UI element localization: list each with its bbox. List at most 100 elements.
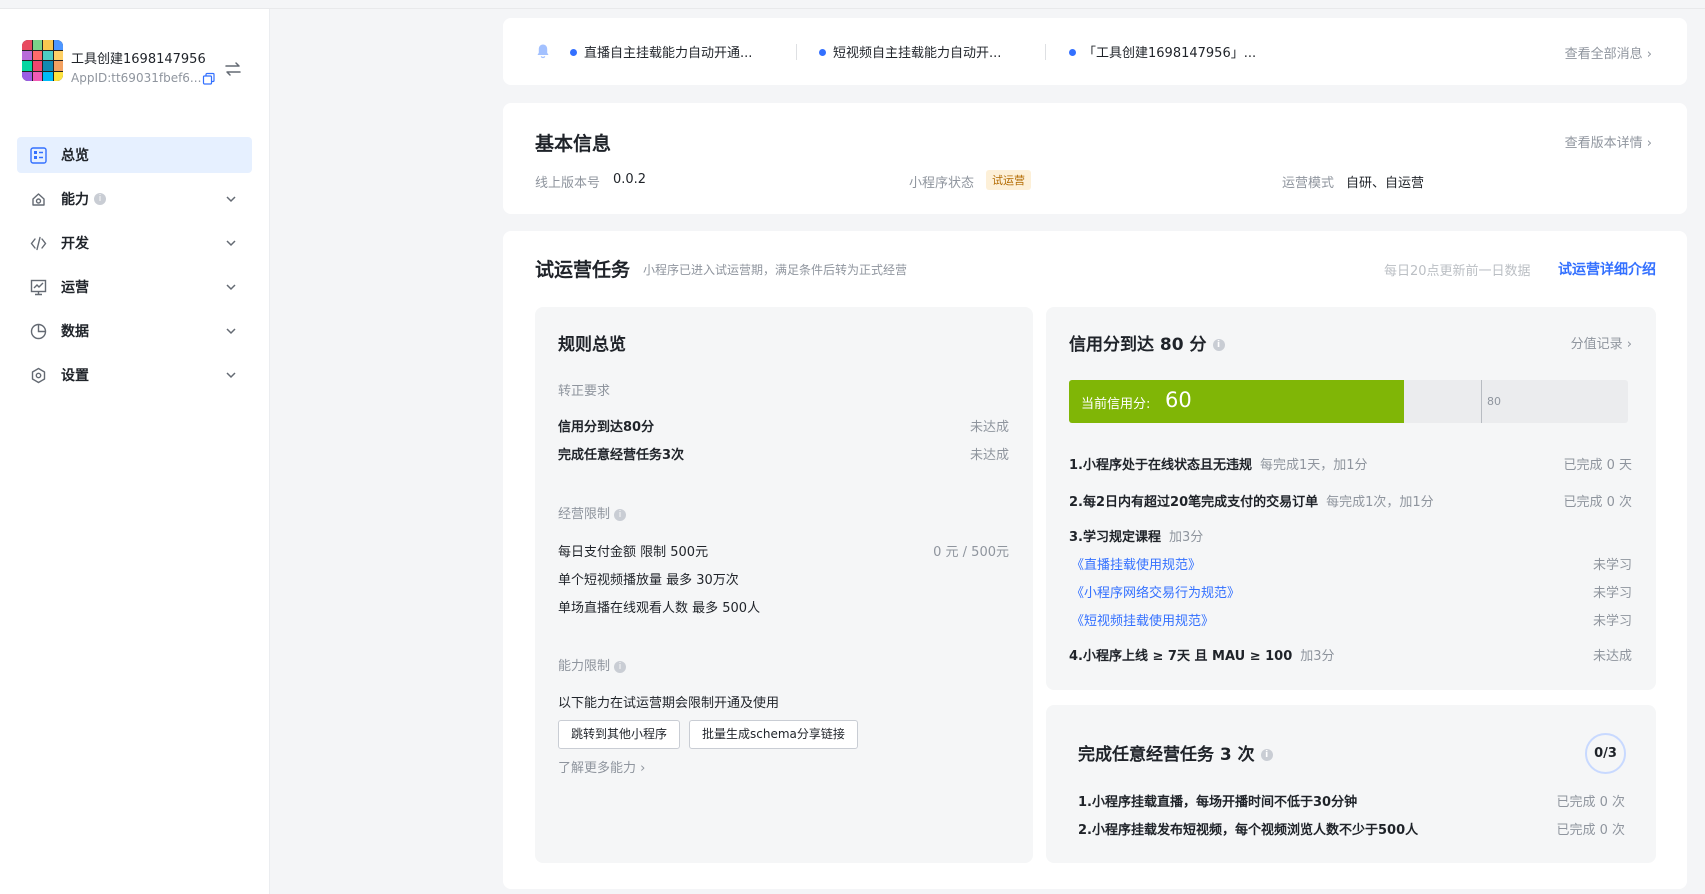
sidebar-item-label: 总览	[61, 148, 89, 164]
divider	[1045, 44, 1046, 60]
limits-label: 经营限制	[558, 507, 611, 522]
chevron-down-icon	[226, 328, 236, 335]
bell-icon	[537, 44, 549, 59]
trial-title: 试运营任务	[535, 259, 631, 281]
notice-card: 直播自主挂载能力自动开通... 短视频自主挂载能力自动开... 「工具创建169…	[503, 18, 1687, 85]
sidebar: 工具创建1698147956 AppID:tt69031fbef6... 总览 …	[0, 9, 270, 894]
capability-label: 能力限制	[558, 659, 611, 674]
pie-chart-icon	[29, 322, 47, 340]
capability-desc: 以下能力在试运营期会限制开通及使用	[558, 696, 780, 711]
copy-icon[interactable]	[202, 72, 216, 86]
sidebar-item-data[interactable]: 数据	[17, 313, 252, 349]
credit-title-wrap: 信用分到达 80 分 i	[1069, 330, 1225, 355]
task-label: 3.学习规定课程	[1069, 530, 1161, 545]
notice-message[interactable]: 直播自主挂载能力自动开通...	[570, 42, 752, 61]
status-label: 小程序状态	[909, 176, 975, 191]
sidebar-item-overview[interactable]: 总览	[17, 137, 252, 173]
rules-title: 规则总览	[558, 335, 626, 355]
task-status: 已完成 0 次	[1563, 495, 1632, 510]
notice-message[interactable]: 短视频自主挂载能力自动开...	[819, 42, 1001, 61]
ops-progress-ring: 0/3	[1585, 733, 1626, 774]
task-note: 每完成1次，加1分	[1326, 495, 1434, 510]
course-link[interactable]: 《小程序网络交易行为规范》	[1071, 582, 1240, 601]
version-value: 0.0.2	[613, 172, 647, 187]
learn-more-link[interactable]: 了解更多能力 ›	[558, 757, 645, 776]
batch-schema-button[interactable]: 批量生成schema分享链接	[689, 720, 858, 749]
trial-task-card: 试运营任务 小程序已进入试运营期，满足条件后转为正式经营 每日20点更新前一日数…	[503, 231, 1687, 889]
course-link[interactable]: 《短视频挂载使用规范》	[1071, 610, 1214, 629]
ops-task-panel: 完成任意经营任务 3 次 i 0/3 1.小程序挂载直播，每场开播时间不低于30分…	[1046, 705, 1656, 863]
info-icon: i	[1212, 339, 1225, 351]
app-header: 工具创建1698147956 AppID:tt69031fbef6...	[22, 40, 254, 90]
limit-item: 单个短视频播放量 最多 30万次	[558, 573, 739, 588]
credit-target-value: 80	[1487, 395, 1501, 408]
mode-value: 自研、自运营	[1346, 176, 1425, 191]
switch-app-icon[interactable]	[224, 60, 242, 78]
task-label: 4.小程序上线 ≥ 7天 且 MAU ≥ 100	[1069, 649, 1293, 664]
score-history-link[interactable]: 分值记录 ›	[1571, 333, 1632, 352]
ops-title: 完成任意经营任务 3 次	[1078, 745, 1255, 765]
credit-title: 信用分到达 80 分	[1069, 335, 1207, 355]
sidebar-item-label: 数据	[61, 324, 89, 340]
requirement-status: 未达成	[969, 420, 1009, 435]
sidebar-item-operation[interactable]: 运营	[17, 269, 252, 305]
chevron-down-icon	[226, 372, 236, 379]
requirement-label: 转正要求	[558, 384, 611, 399]
capability-icon	[29, 190, 47, 208]
ops-task-status: 已完成 0 次	[1556, 795, 1625, 810]
credit-panel: 信用分到达 80 分 i 分值记录 › 当前信用分: 60 80 1.小程序处于在…	[1046, 307, 1656, 690]
course-status: 未学习	[1592, 586, 1632, 601]
ops-task-label: 2.小程序挂载发布短视频，每个视频浏览人数不少于500人	[1078, 823, 1419, 838]
sidebar-nav: 总览 能力 i 开发 运营 数据 设置	[17, 137, 252, 401]
credit-task-row: 2.每2日内有超过20笔完成支付的交易订单 每完成1次，加1分	[1069, 491, 1434, 510]
requirement-item: 信用分到达80分	[558, 420, 655, 435]
task-status: 未达成	[1592, 649, 1632, 664]
view-version-link[interactable]: 查看版本详情 ›	[1565, 132, 1652, 151]
credit-task-row: 4.小程序上线 ≥ 7天 且 MAU ≥ 100 加3分	[1069, 645, 1335, 664]
course-link[interactable]: 《直播挂载使用规范》	[1071, 554, 1201, 573]
rules-panel: 规则总览 转正要求 信用分到达80分 未达成 完成任意经营任务3次 未达成 经营…	[535, 307, 1033, 863]
credit-task-row: 1.小程序处于在线状态且无违规 每完成1天，加1分	[1069, 454, 1368, 473]
limit-item: 单场直播在线观看人数 最多 500人	[558, 601, 761, 616]
status-badge: 试运营	[986, 170, 1031, 190]
basic-info-card: 基本信息 查看版本详情 › 线上版本号 0.0.2 小程序状态 试运营 运营模式…	[503, 103, 1687, 214]
jump-miniprogram-button[interactable]: 跳转到其他小程序	[558, 720, 681, 749]
chevron-down-icon	[226, 240, 236, 247]
ops-title-wrap: 完成任意经营任务 3 次 i	[1078, 740, 1273, 765]
overview-icon	[29, 146, 47, 164]
sidebar-item-develop[interactable]: 开发	[17, 225, 252, 261]
task-note: 加3分	[1300, 649, 1335, 664]
basic-info-title: 基本信息	[535, 133, 612, 155]
task-note: 每完成1天，加1分	[1259, 458, 1368, 473]
credit-current-value: 60	[1165, 388, 1192, 412]
credit-task-row: 3.学习规定课程 加3分	[1069, 526, 1203, 545]
info-icon: i	[94, 193, 106, 205]
ops-task-label: 1.小程序挂载直播，每场开播时间不低于30分钟	[1078, 795, 1358, 810]
sidebar-item-capability[interactable]: 能力 i	[17, 181, 252, 217]
credit-progress-bar: 当前信用分: 60 80	[1069, 380, 1628, 423]
credit-target-marker	[1481, 380, 1482, 423]
task-status: 已完成 0 天	[1563, 458, 1632, 473]
update-note: 每日20点更新前一日数据	[1384, 264, 1531, 279]
info-icon: i	[614, 660, 627, 673]
view-all-messages-link[interactable]: 查看全部消息 ›	[1565, 43, 1652, 62]
trial-detail-link[interactable]: 试运营详细介绍	[1558, 259, 1656, 279]
limit-value: 0 元 / 500元	[933, 545, 1009, 560]
requirement-status: 未达成	[969, 448, 1009, 463]
top-bar	[0, 0, 1705, 9]
chevron-down-icon	[226, 284, 236, 291]
app-logo	[22, 40, 63, 81]
limit-item: 每日支付金额 限制 500元	[558, 545, 709, 560]
operation-icon	[29, 278, 47, 296]
requirement-item: 完成任意经营任务3次	[558, 448, 685, 463]
sidebar-item-label: 设置	[61, 368, 89, 384]
task-note: 加3分	[1168, 530, 1204, 545]
credit-bar-label: 当前信用分:	[1081, 397, 1151, 412]
course-status: 未学习	[1592, 558, 1632, 573]
course-status: 未学习	[1592, 614, 1632, 629]
info-icon: i	[614, 508, 627, 521]
sidebar-item-settings[interactable]: 设置	[17, 357, 252, 393]
notice-message[interactable]: 「工具创建1698147956」...	[1069, 42, 1256, 61]
sidebar-item-label: 开发	[61, 236, 89, 252]
task-label: 1.小程序处于在线状态且无违规	[1069, 458, 1252, 473]
